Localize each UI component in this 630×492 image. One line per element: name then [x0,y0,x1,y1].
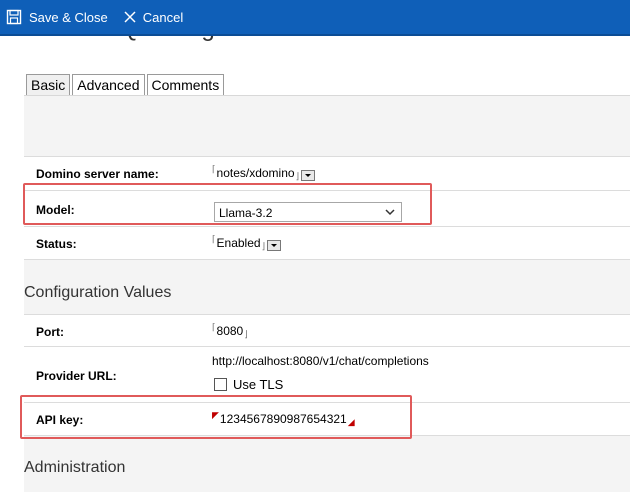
model-label: Model: [36,203,75,217]
tab-basic[interactable]: Basic [26,74,71,97]
field-end-marker: ⌋ [244,328,248,339]
use-tls-label: Use TLS [233,377,284,392]
save-close-button[interactable]: Save & Close [6,9,108,25]
model-select[interactable]: Llama-3.2 [214,202,402,222]
cancel-button[interactable]: Cancel [124,10,183,25]
tab-comments[interactable]: Comments [146,74,225,97]
tab-divider [24,95,630,96]
port-value: 8080 [216,324,244,338]
status-field[interactable]: ⌈ Enabled ⌋ [212,233,282,251]
status-value: Enabled [216,236,261,250]
provider-url-row: Provider URL: http://localhost:8080/v1/c… [24,346,630,404]
port-row: Port: ⌈ 8080 ⌋ [24,314,630,348]
use-tls-option[interactable]: Use TLS [214,377,283,392]
administration-heading: Administration [24,459,126,476]
api-key-value: 1234567890987654321 [219,412,347,426]
field-end-marker: ⌋ [261,240,266,251]
port-label: Port: [36,325,64,339]
port-field[interactable]: ⌈ 8080 ⌋ [212,321,248,339]
field-start-marker: ⌈ [212,163,216,174]
field-start-marker: ⌈ [212,233,216,244]
save-icon [6,9,22,25]
model-row: Model: Llama-3.2 [24,190,630,228]
tab-bar: Basic Advanced Comments [26,74,226,97]
server-name-label: Domino server name: [36,167,159,181]
field-end-marker: ⌋ [295,170,300,181]
close-icon [124,11,136,23]
save-close-label: Save & Close [29,9,108,25]
cancel-label: Cancel [142,9,184,25]
provider-url-value[interactable]: http://localhost:8080/v1/chat/completion… [212,354,429,368]
server-name-row: Domino server name: ⌈ notes/xdomino ⌋ [24,156,630,192]
api-key-label: API key: [36,413,84,427]
chevron-down-icon [385,209,395,216]
api-key-row: API key: ◤ 1234567890987654321 ◢ [24,402,630,436]
field-start-marker: ⌈ [212,321,216,332]
status-row: Status: ⌈ Enabled ⌋ [24,226,630,260]
server-dropdown-button[interactable] [301,169,316,181]
status-dropdown-button[interactable] [267,239,282,251]
field-end-marker: ◢ [347,416,355,427]
field-start-marker: ◤ [212,409,219,420]
status-label: Status: [36,237,77,251]
configuration-values-heading: Configuration Values [24,284,172,301]
model-selected-value: Llama-3.2 [219,206,273,220]
use-tls-checkbox[interactable] [214,378,227,391]
action-toolbar: Save & Close Cancel [0,0,630,36]
server-name-field[interactable]: ⌈ notes/xdomino ⌋ [212,163,316,181]
provider-url-label: Provider URL: [36,369,117,383]
server-name-value: notes/xdomino [216,166,295,180]
api-key-field[interactable]: ◤ 1234567890987654321 ◢ [212,409,355,427]
tab-advanced[interactable]: Advanced [72,74,145,97]
